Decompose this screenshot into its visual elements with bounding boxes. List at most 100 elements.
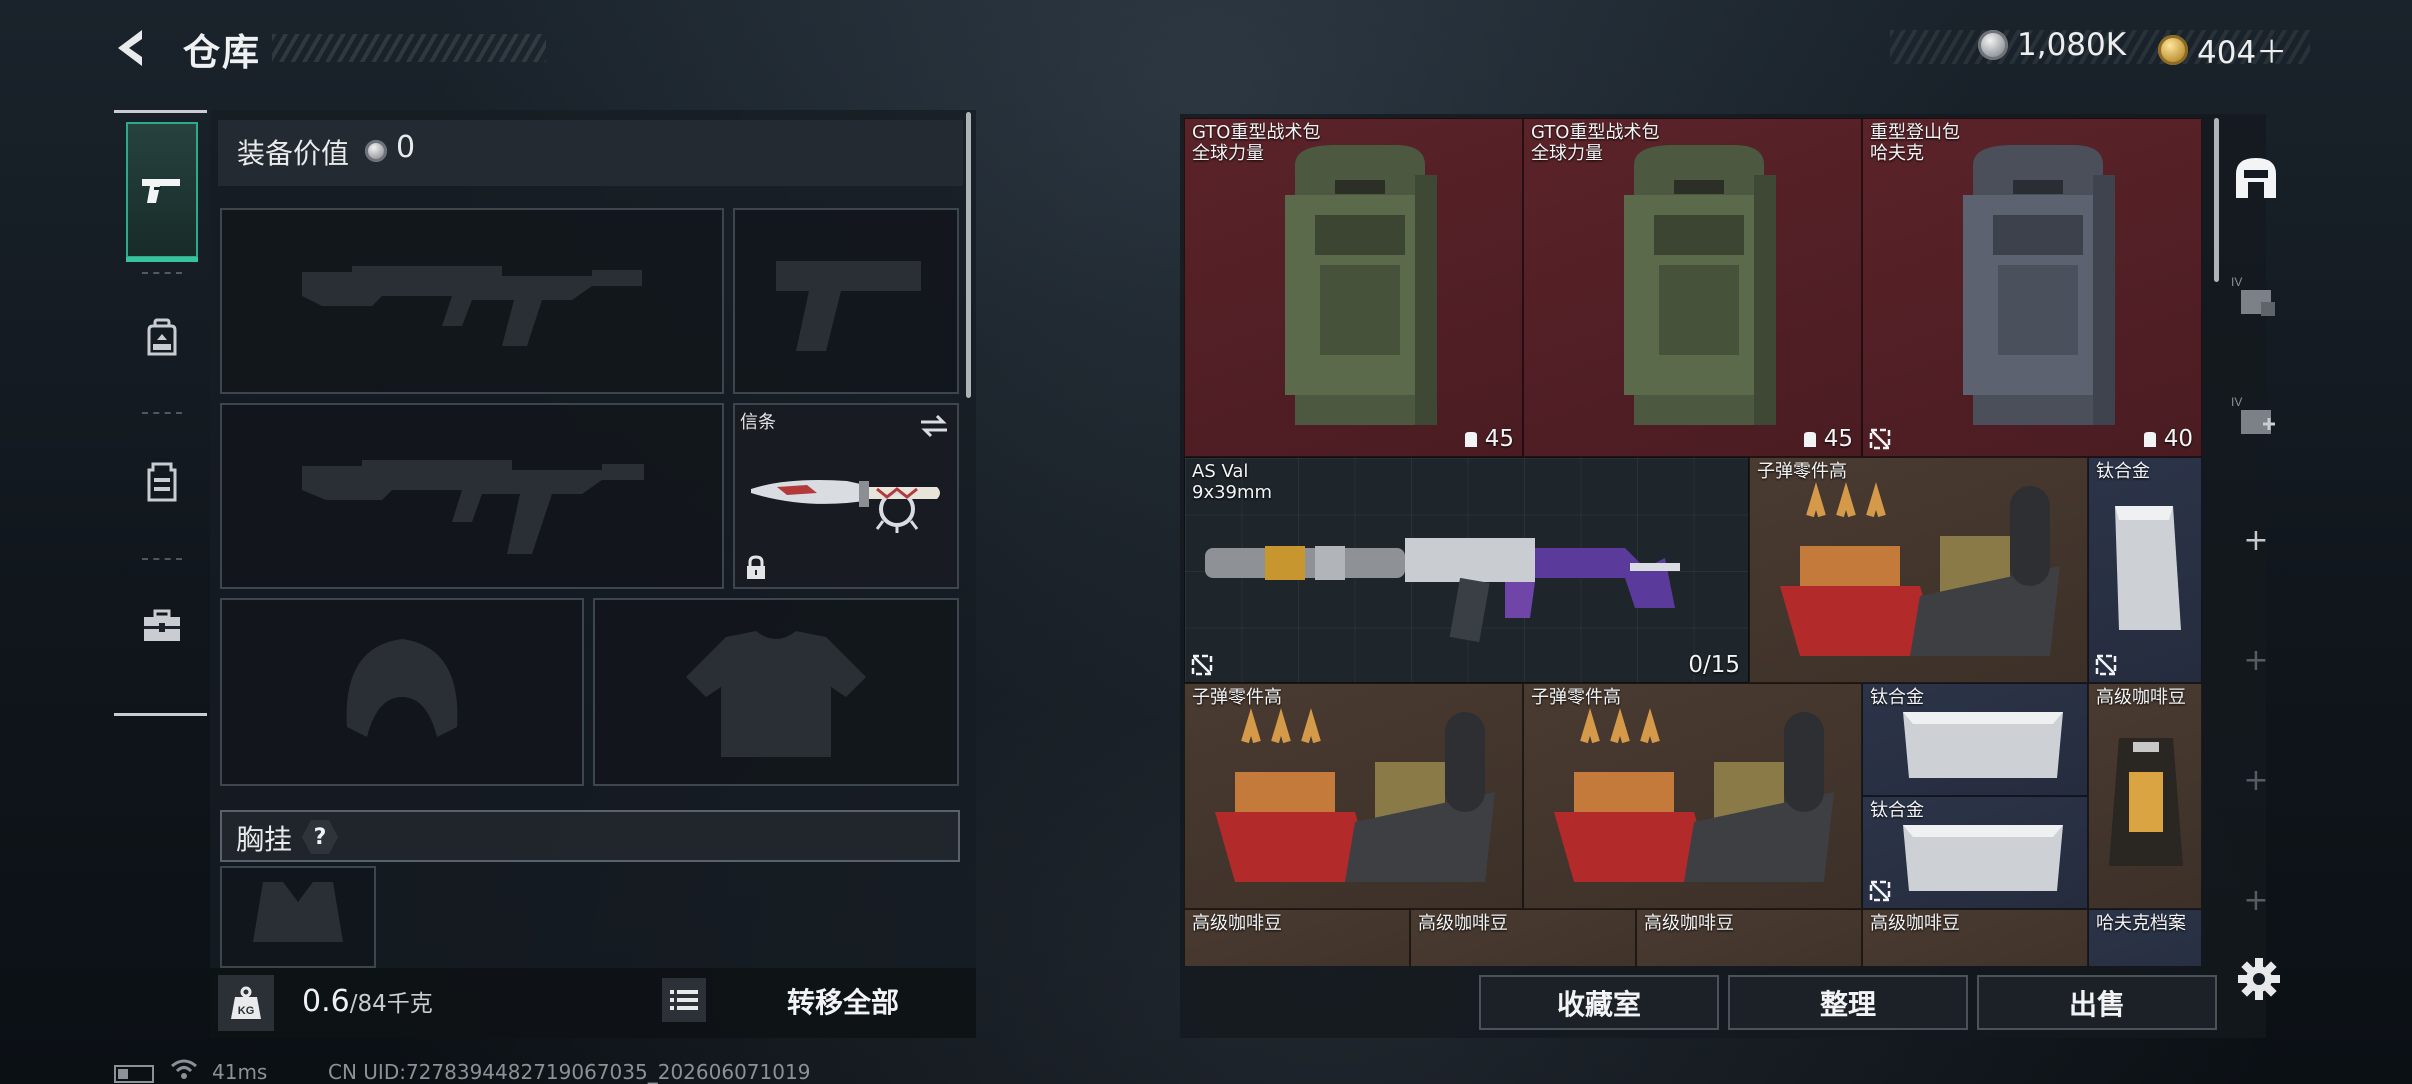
- storage-item-titanium[interactable]: 钛合金: [1862, 796, 2088, 909]
- pistol-icon: [142, 179, 180, 203]
- storage-item-ammo-parts[interactable]: 子弹零件高: [1523, 683, 1862, 909]
- storage-item-gto-backpack[interactable]: GTO重型战术包 全球力量 45: [1523, 118, 1862, 457]
- organize-button[interactable]: 整理: [1728, 975, 1968, 1030]
- storage-item-coffee-beans[interactable]: 高级咖啡豆: [2088, 683, 2202, 909]
- backpack-art-icon: [1285, 145, 1437, 425]
- weight-icon-box: KG: [218, 975, 274, 1031]
- storage-item-coffee-beans[interactable]: 高级咖啡豆: [1410, 909, 1636, 966]
- equipment-scrollbar[interactable]: [966, 112, 971, 398]
- storage-item-coffee-beans[interactable]: 高级咖啡豆: [1862, 909, 2088, 966]
- storage-tab-extension-1[interactable]: IV: [2226, 266, 2286, 326]
- add-storage-button[interactable]: +: [2226, 510, 2286, 570]
- unmarked-icon: [1869, 880, 1891, 902]
- storage-item-name: AS Val 9x39mm: [1192, 461, 1273, 503]
- carry-weight-max: /84千克: [349, 991, 433, 1017]
- helmet-placeholder-icon: [346, 639, 458, 737]
- tab-chest-rig[interactable]: [126, 414, 198, 550]
- warehouse-icon: [2236, 158, 2276, 198]
- pistol-placeholder-icon: [776, 261, 921, 351]
- unmarked-icon: [2095, 654, 2117, 676]
- titanium-ingot-icon: [1903, 825, 2063, 891]
- storage-grid: GTO重型战术包 全球力量 45 GTO重型战术包 全球力量 45 重型登山包 …: [1184, 118, 2202, 966]
- titanium-ingot-icon: [1903, 712, 2063, 778]
- wifi-icon: [171, 1059, 197, 1079]
- svg-text:IV: IV: [2231, 395, 2242, 409]
- swap-icon[interactable]: [919, 413, 949, 439]
- settings-gear-icon[interactable]: [2236, 956, 2282, 1002]
- backpack-small-icon: [2143, 432, 2156, 447]
- ammo-crate-art-icon: [1215, 708, 1495, 882]
- secondary-weapon-slot[interactable]: [220, 403, 724, 589]
- storage-item-name: 高级咖啡豆: [1192, 913, 1282, 934]
- backpack-small-icon: [1803, 432, 1816, 447]
- titanium-ingot-icon: [2115, 506, 2181, 630]
- storage-box-add-icon: IV: [2231, 395, 2275, 434]
- storage-item-titanium[interactable]: 钛合金: [2088, 457, 2202, 683]
- storage-item-ammo-parts[interactable]: 子弹零件高: [1184, 683, 1523, 909]
- storage-tab-extension-2[interactable]: IV: [2226, 386, 2286, 446]
- storage-item-name: 子弹零件高: [1192, 687, 1282, 708]
- storage-item-coffee-beans[interactable]: 高级咖啡豆: [1184, 909, 1410, 966]
- backpack-art-icon: [1963, 145, 2115, 425]
- unmarked-icon: [1191, 654, 1213, 676]
- storage-item-capacity: 40: [2140, 426, 2193, 452]
- storage-item-ammo-count: 0/15: [1688, 652, 1740, 678]
- tab-weapons[interactable]: [126, 122, 198, 262]
- list-view-button[interactable]: [662, 978, 706, 1022]
- page-title: 仓库: [183, 31, 261, 74]
- storage-item-name: 高级咖啡豆: [1418, 913, 1508, 934]
- storage-item-name: GTO重型战术包 全球力量: [1192, 122, 1321, 164]
- carry-weight: 0.6/84千克: [302, 984, 433, 1019]
- toolbox-icon: [144, 609, 180, 641]
- storage-item-coffee-beans[interactable]: 高级咖啡豆: [1636, 909, 1862, 966]
- rifle-placeholder-icon: [302, 266, 642, 346]
- rail-bottom-line: [114, 713, 207, 716]
- transfer-all-button[interactable]: 转移全部: [714, 970, 972, 1032]
- storage-item-name: 钛合金: [1870, 687, 1924, 708]
- tab-backpack[interactable]: [126, 270, 198, 406]
- chest-rig-icon: [147, 462, 177, 502]
- back-arrow-icon[interactable]: [112, 26, 156, 70]
- storage-box-icon: IV: [2231, 275, 2275, 316]
- unmarked-icon: [1869, 428, 1891, 450]
- backpack-small-icon: [1464, 432, 1477, 447]
- storage-item-name: 钛合金: [2096, 461, 2150, 482]
- rail-top-line: [114, 110, 207, 113]
- silver-amount: 1,080K: [2017, 27, 2127, 63]
- gold-coin-icon: [2158, 34, 2188, 65]
- weight-kg-icon: KG: [231, 986, 261, 1019]
- storage-item-ammo-parts[interactable]: 子弹零件高: [1749, 457, 2088, 683]
- pistol-slot[interactable]: [733, 208, 959, 394]
- storage-scrollbar[interactable]: [2214, 118, 2219, 282]
- equipment-value-label: 装备价值: [237, 137, 350, 170]
- melee-label: 信条: [740, 412, 776, 433]
- storage-item-titanium[interactable]: 钛合金: [1862, 683, 2088, 796]
- gold-currency[interactable]: 404＋: [2158, 27, 2287, 72]
- lock-icon: [747, 555, 765, 579]
- add-storage-button[interactable]: +: [2226, 870, 2286, 930]
- storage-item-as-val[interactable]: AS Val 9x39mm 0/15: [1184, 457, 1749, 683]
- add-storage-button[interactable]: +: [2226, 630, 2286, 690]
- silver-coin-icon: [365, 140, 387, 162]
- equipment-value: 0: [396, 130, 416, 165]
- storage-item-hiking-backpack[interactable]: 重型登山包 哈夫克 40: [1862, 118, 2202, 457]
- battery-icon: [114, 1065, 154, 1083]
- add-storage-button[interactable]: +: [2226, 750, 2286, 810]
- knife-icon: [751, 480, 940, 533]
- silver-currency[interactable]: 1,080K: [1978, 27, 2126, 63]
- storage-item-name: 钛合金: [1870, 800, 1924, 821]
- collection-room-button[interactable]: 收藏室: [1479, 975, 1719, 1030]
- storage-item-archive[interactable]: 哈夫克档案: [2088, 909, 2202, 966]
- storage-tab-main[interactable]: [2226, 148, 2286, 208]
- helmet-slot[interactable]: [220, 598, 584, 786]
- ammo-crate-art-icon: [1554, 708, 1834, 882]
- sell-button[interactable]: 出售: [1977, 975, 2217, 1030]
- equipment-tab-rail: [114, 110, 207, 716]
- primary-weapon-slot[interactable]: [220, 208, 724, 394]
- storage-item-gto-backpack[interactable]: GTO重型战术包 全球力量 45: [1184, 118, 1523, 457]
- carry-weight-current: 0.6: [302, 984, 350, 1019]
- tab-toolbox[interactable]: [126, 558, 198, 694]
- chest-rig-slot[interactable]: [220, 866, 376, 968]
- armor-slot[interactable]: [593, 598, 959, 786]
- chest-rig-placeholder-icon: [253, 882, 343, 942]
